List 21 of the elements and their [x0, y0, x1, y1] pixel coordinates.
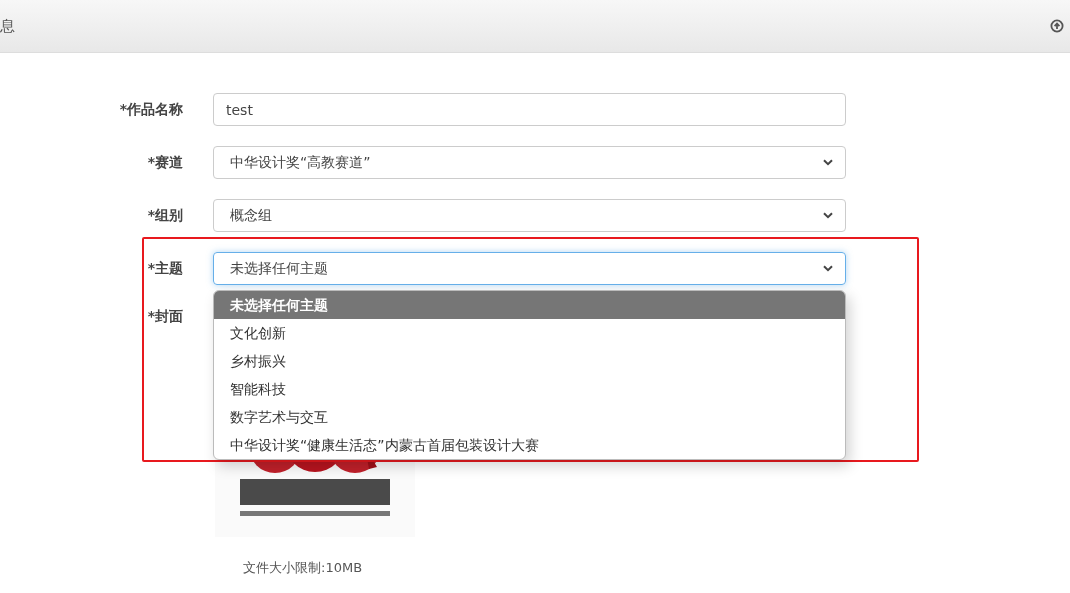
file-size-note: 文件大小限制:10MB: [243, 559, 364, 577]
chevron-icon: [823, 265, 833, 272]
field-label: *组别: [146, 206, 184, 225]
field-label: *封面: [146, 307, 184, 326]
chevron-icon: [823, 159, 833, 166]
field-label: *赛道: [146, 153, 184, 172]
dropdown-option[interactable]: 数字艺术与交互: [214, 403, 845, 431]
dropdown-option[interactable]: 文化创新: [214, 319, 845, 347]
chevron-icon: [823, 212, 833, 219]
select-field[interactable]: 中华设计奖“高教赛道”: [213, 146, 846, 179]
select-field[interactable]: 未选择任何主题: [213, 252, 846, 285]
dropdown-option[interactable]: 未选择任何主题: [214, 291, 845, 319]
field-label: *作品名称: [118, 100, 184, 119]
panel-title: 息: [0, 16, 15, 36]
dropdown-option[interactable]: 中华设计奖“健康生活态”内蒙古首届包装设计大赛: [214, 431, 845, 459]
dropdown-option[interactable]: 乡村振兴: [214, 347, 845, 375]
select-field[interactable]: 概念组: [213, 199, 846, 232]
collapse-icon[interactable]: [1050, 19, 1064, 33]
dropdown-option[interactable]: 智能科技: [214, 375, 845, 403]
field-label: *主题: [146, 259, 184, 278]
text-field[interactable]: test: [213, 93, 846, 126]
